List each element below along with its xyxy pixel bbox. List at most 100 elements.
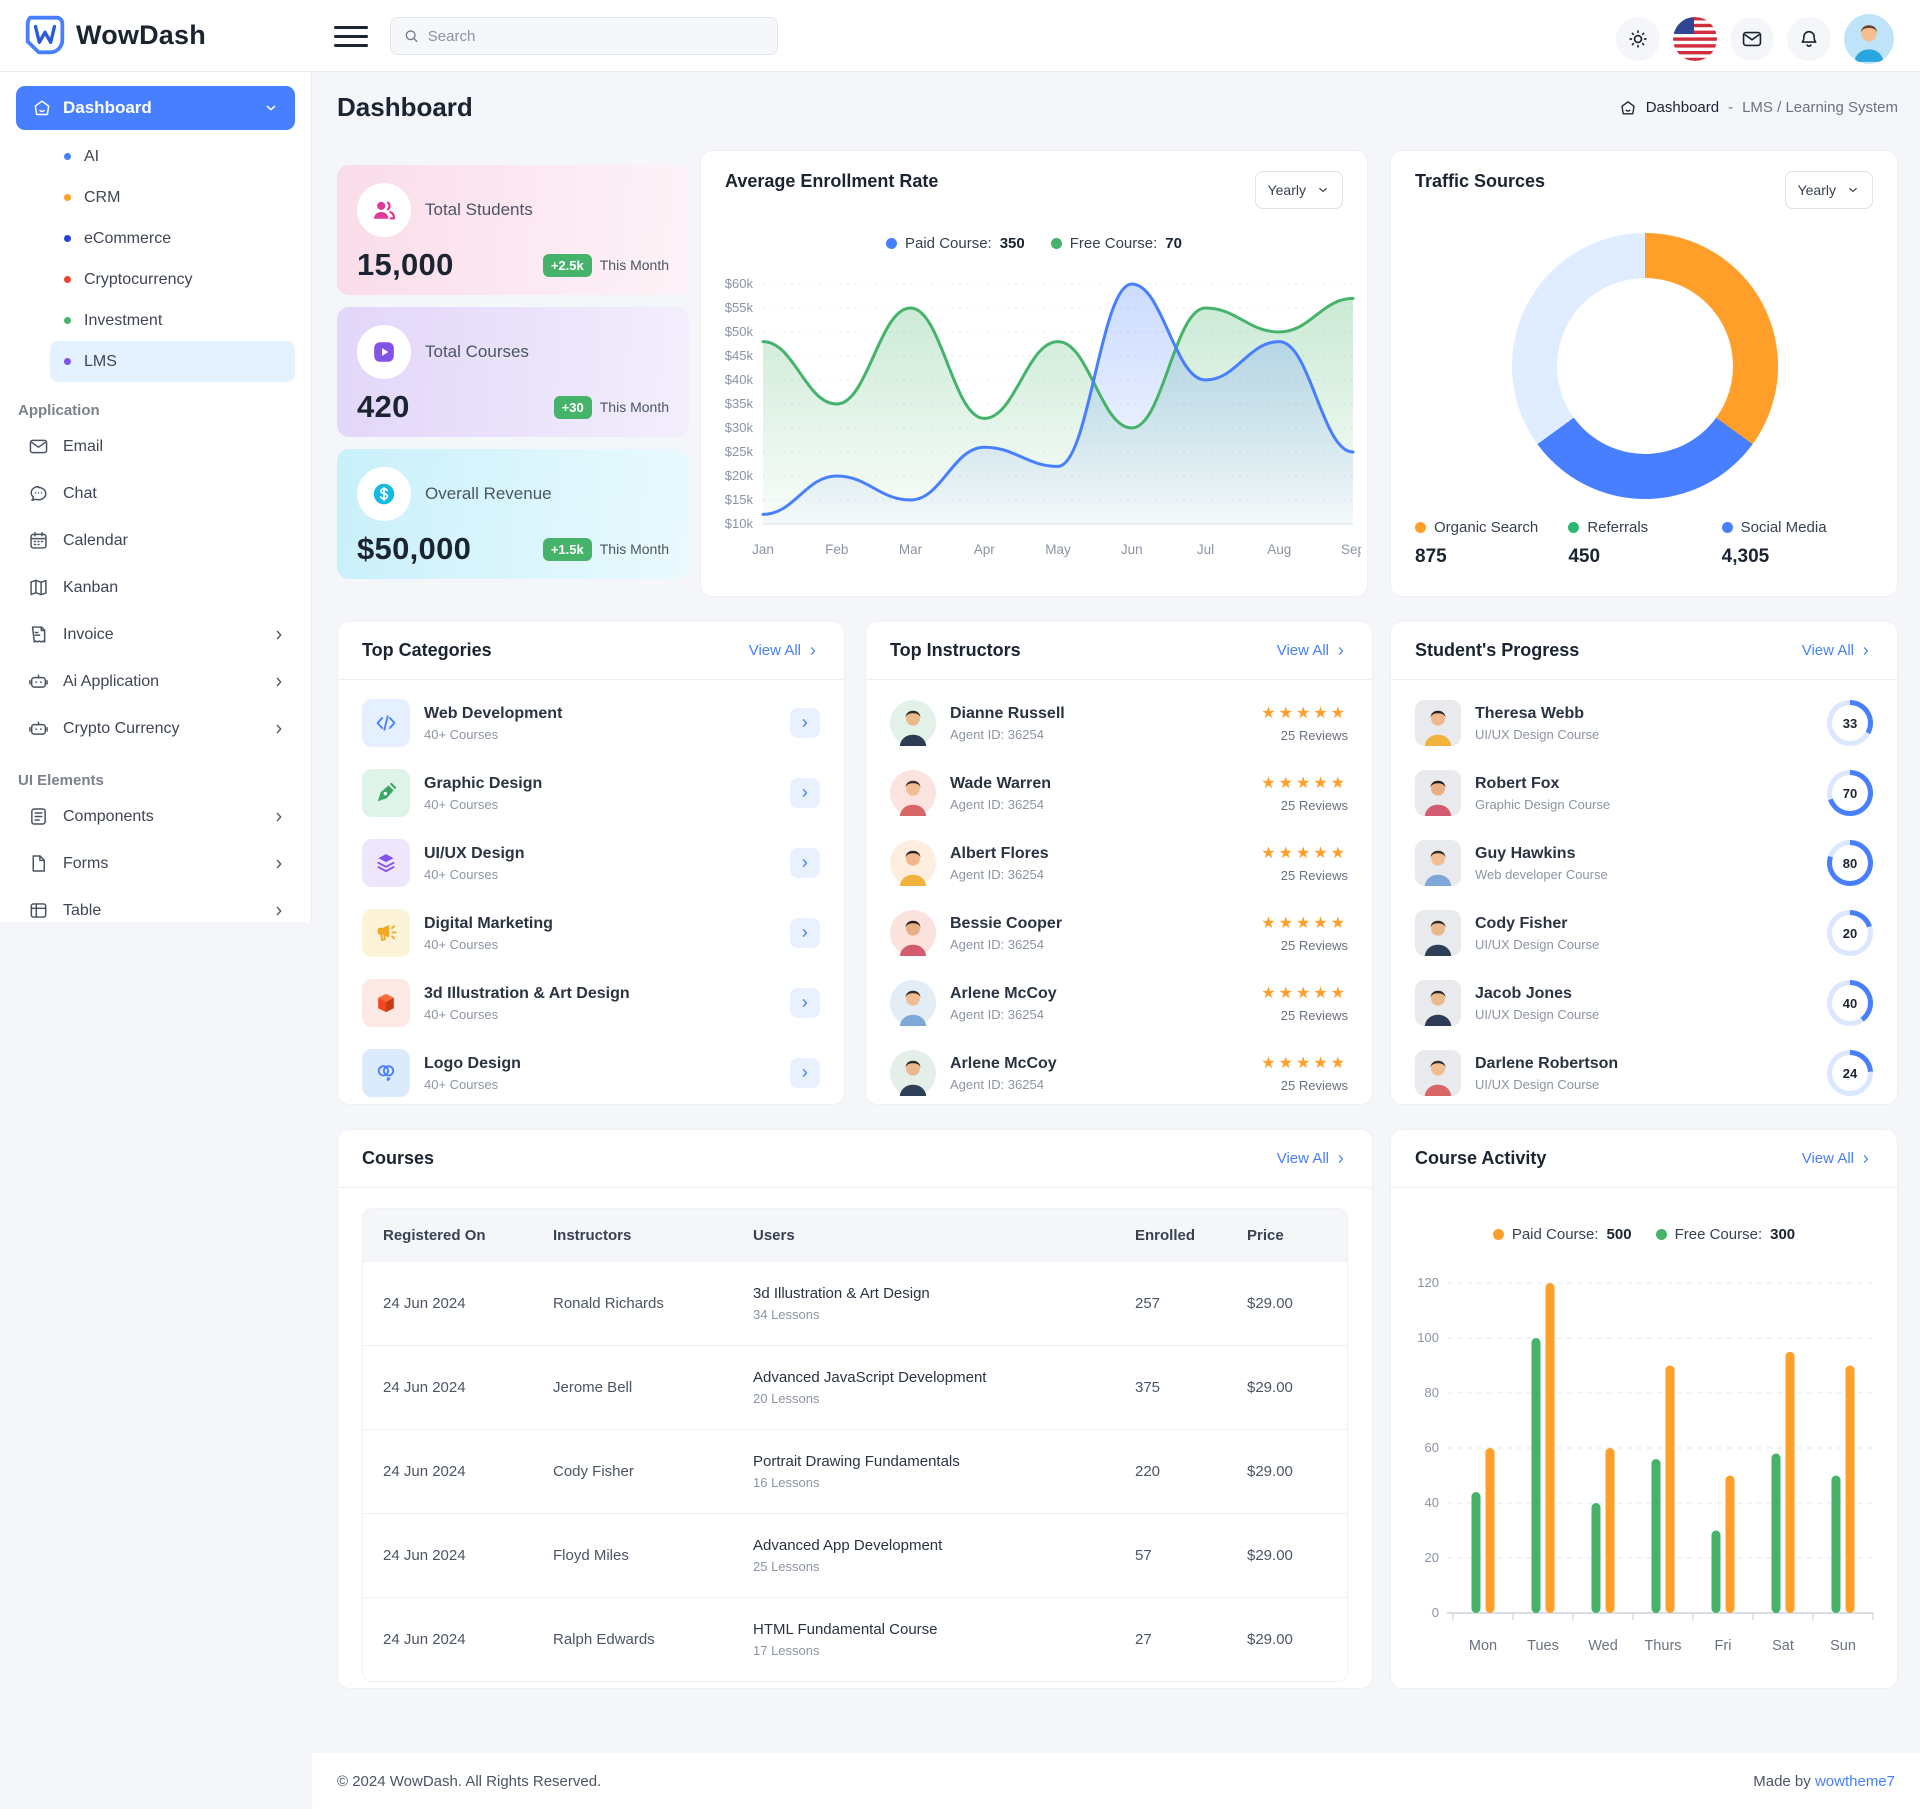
sidebar-item-forms[interactable]: Forms xyxy=(16,840,295,887)
notifications-button[interactable] xyxy=(1787,17,1831,61)
email-icon xyxy=(28,436,49,457)
avatar xyxy=(1415,840,1461,886)
play-icon xyxy=(370,338,398,366)
cell-enrolled: 27 xyxy=(1115,1631,1227,1648)
student-course: Graphic Design Course xyxy=(1475,797,1813,812)
legend-label: Paid Course: xyxy=(905,235,992,252)
table-row: 24 Jun 2024Jerome BellAdvanced JavaScrip… xyxy=(363,1345,1347,1429)
enrollment-period-select[interactable]: Yearly xyxy=(1255,171,1343,209)
category-item-3d-illustration-art-design[interactable]: 3d Illustration & Art Design40+ Courses xyxy=(362,968,820,1038)
mail-icon xyxy=(1741,28,1763,50)
instructor-item: Albert FloresAgent ID: 36254★★★★★25 Revi… xyxy=(890,828,1348,898)
category-open-button[interactable] xyxy=(790,988,820,1018)
theme-toggle-button[interactable] xyxy=(1616,17,1660,61)
courses-view-all[interactable]: View All xyxy=(1277,1150,1348,1167)
progress-ring: 80 xyxy=(1827,840,1873,886)
sidebar-item-cryptocurrency[interactable]: Cryptocurrency xyxy=(16,259,295,300)
sidebar-item-invoice[interactable]: Invoice xyxy=(16,611,295,658)
cell-price: $29.00 xyxy=(1227,1295,1347,1312)
sidebar-item-chat[interactable]: Chat xyxy=(16,470,295,517)
stat-label: Total Courses xyxy=(425,342,529,362)
course-activity-view-all[interactable]: View All xyxy=(1802,1150,1873,1167)
students-progress-view-all[interactable]: View All xyxy=(1802,642,1873,659)
layers-icon xyxy=(373,850,399,876)
category-item-graphic-design[interactable]: Graphic Design40+ Courses xyxy=(362,758,820,828)
sidebar-item-ai[interactable]: AI xyxy=(16,136,295,177)
made-by-label: Made by xyxy=(1753,1773,1811,1790)
sidebar-item-kanban[interactable]: Kanban xyxy=(16,564,295,611)
view-all-label: View All xyxy=(1277,1150,1329,1167)
sidebar-item-dashboard[interactable]: Dashboard xyxy=(16,86,295,130)
category-open-button[interactable] xyxy=(790,1058,820,1088)
stat-card-top: Overall Revenue xyxy=(357,467,669,521)
sidebar-item-lms[interactable]: LMS xyxy=(50,341,295,382)
sidebar-item-table[interactable]: Table xyxy=(16,887,295,922)
sidebar-item-ecommerce[interactable]: eCommerce xyxy=(16,218,295,259)
chevron-right-icon xyxy=(798,716,812,730)
avatar xyxy=(1415,910,1461,956)
instructor-agent-id: Agent ID: 36254 xyxy=(950,1077,1247,1092)
top-categories-view-all[interactable]: View All xyxy=(749,642,820,659)
search-input[interactable] xyxy=(428,28,765,45)
sidebar-item-crm[interactable]: CRM xyxy=(16,177,295,218)
footer-brand-link[interactable]: wowtheme7 xyxy=(1815,1773,1895,1790)
app-logo[interactable]: WowDash xyxy=(24,14,206,56)
svg-text:Fri: Fri xyxy=(1715,1638,1732,1654)
traffic-period-select[interactable]: Yearly xyxy=(1785,171,1873,209)
sidebar-item-label: eCommerce xyxy=(84,230,171,248)
instructor-rating: ★★★★★25 Reviews xyxy=(1261,703,1348,743)
sidebar-item-investment[interactable]: Investment xyxy=(16,300,295,341)
student-course: UI/UX Design Course xyxy=(1475,937,1813,952)
avatar xyxy=(1415,1050,1461,1096)
student-text: Jacob JonesUI/UX Design Course xyxy=(1475,985,1813,1022)
instructor-rating: ★★★★★25 Reviews xyxy=(1261,1053,1348,1093)
sidebar-item-email[interactable]: Email xyxy=(16,423,295,470)
traffic-donut-chart xyxy=(1512,233,1778,499)
enrollment-title: Average Enrollment Rate xyxy=(725,171,938,192)
sidebar-item-crypto-currency[interactable]: Crypto Currency xyxy=(16,705,295,752)
svg-text:60: 60 xyxy=(1425,1440,1439,1455)
breadcrumb-dashboard[interactable]: Dashboard xyxy=(1646,99,1719,116)
category-item-ui-ux-design[interactable]: UI/UX Design40+ Courses xyxy=(362,828,820,898)
user-avatar[interactable] xyxy=(1844,14,1894,64)
sidebar-item-label: Components xyxy=(63,808,257,826)
legend-paid-course: Paid Course: 350 xyxy=(886,235,1025,252)
category-open-button[interactable] xyxy=(790,918,820,948)
sidebar-item-ai-application[interactable]: Ai Application xyxy=(16,658,295,705)
kanban-icon xyxy=(28,577,49,598)
category-open-button[interactable] xyxy=(790,848,820,878)
footer-copyright: © 2024 WowDash. All Rights Reserved. xyxy=(337,1773,601,1790)
language-button[interactable] xyxy=(1673,17,1717,61)
top-instructors-view-all[interactable]: View All xyxy=(1277,642,1348,659)
category-text: UI/UX Design40+ Courses xyxy=(424,845,776,882)
sidebar-item-label: Chat xyxy=(63,485,287,503)
progress-ring: 70 xyxy=(1827,770,1873,816)
sidebar-sections: ApplicationEmailChatCalendarKanbanInvoic… xyxy=(16,402,295,922)
category-open-button[interactable] xyxy=(790,708,820,738)
robot-icon xyxy=(28,671,49,692)
logo-design-icon xyxy=(373,1060,399,1086)
enrollment-rate-card: Average Enrollment Rate Yearly Paid Cour… xyxy=(700,150,1368,597)
stat-badge: +2.5k xyxy=(543,254,592,277)
course-name: Portrait Drawing Fundamentals xyxy=(753,1453,1115,1470)
category-open-button[interactable] xyxy=(790,778,820,808)
messages-button[interactable] xyxy=(1730,17,1774,61)
category-item-digital-marketing[interactable]: Digital Marketing40+ Courses xyxy=(362,898,820,968)
sidebar-toggle-button[interactable] xyxy=(334,20,368,52)
instructor-item: Bessie CooperAgent ID: 36254★★★★★25 Revi… xyxy=(890,898,1348,968)
stat-card-bottom: 420+30This Month xyxy=(357,389,669,425)
cube-icon xyxy=(373,990,399,1016)
category-item-logo-design[interactable]: Logo Design40+ Courses xyxy=(362,1038,820,1108)
category-text: Web Development40+ Courses xyxy=(424,705,776,742)
student-text: Robert FoxGraphic Design Course xyxy=(1475,775,1813,812)
legend-dot-icon xyxy=(1051,238,1062,249)
sidebar-item-calendar[interactable]: Calendar xyxy=(16,517,295,564)
cell-enrolled: 375 xyxy=(1115,1379,1227,1396)
sidebar-item-label: Email xyxy=(63,438,287,456)
sidebar-item-components[interactable]: Components xyxy=(16,793,295,840)
instructor-name: Albert Flores xyxy=(950,845,1247,863)
traffic-legend-value: 875 xyxy=(1415,546,1568,568)
wowdash-logo-icon xyxy=(24,14,66,56)
category-item-web-development[interactable]: Web Development40+ Courses xyxy=(362,688,820,758)
progress-percent: 80 xyxy=(1827,840,1873,886)
